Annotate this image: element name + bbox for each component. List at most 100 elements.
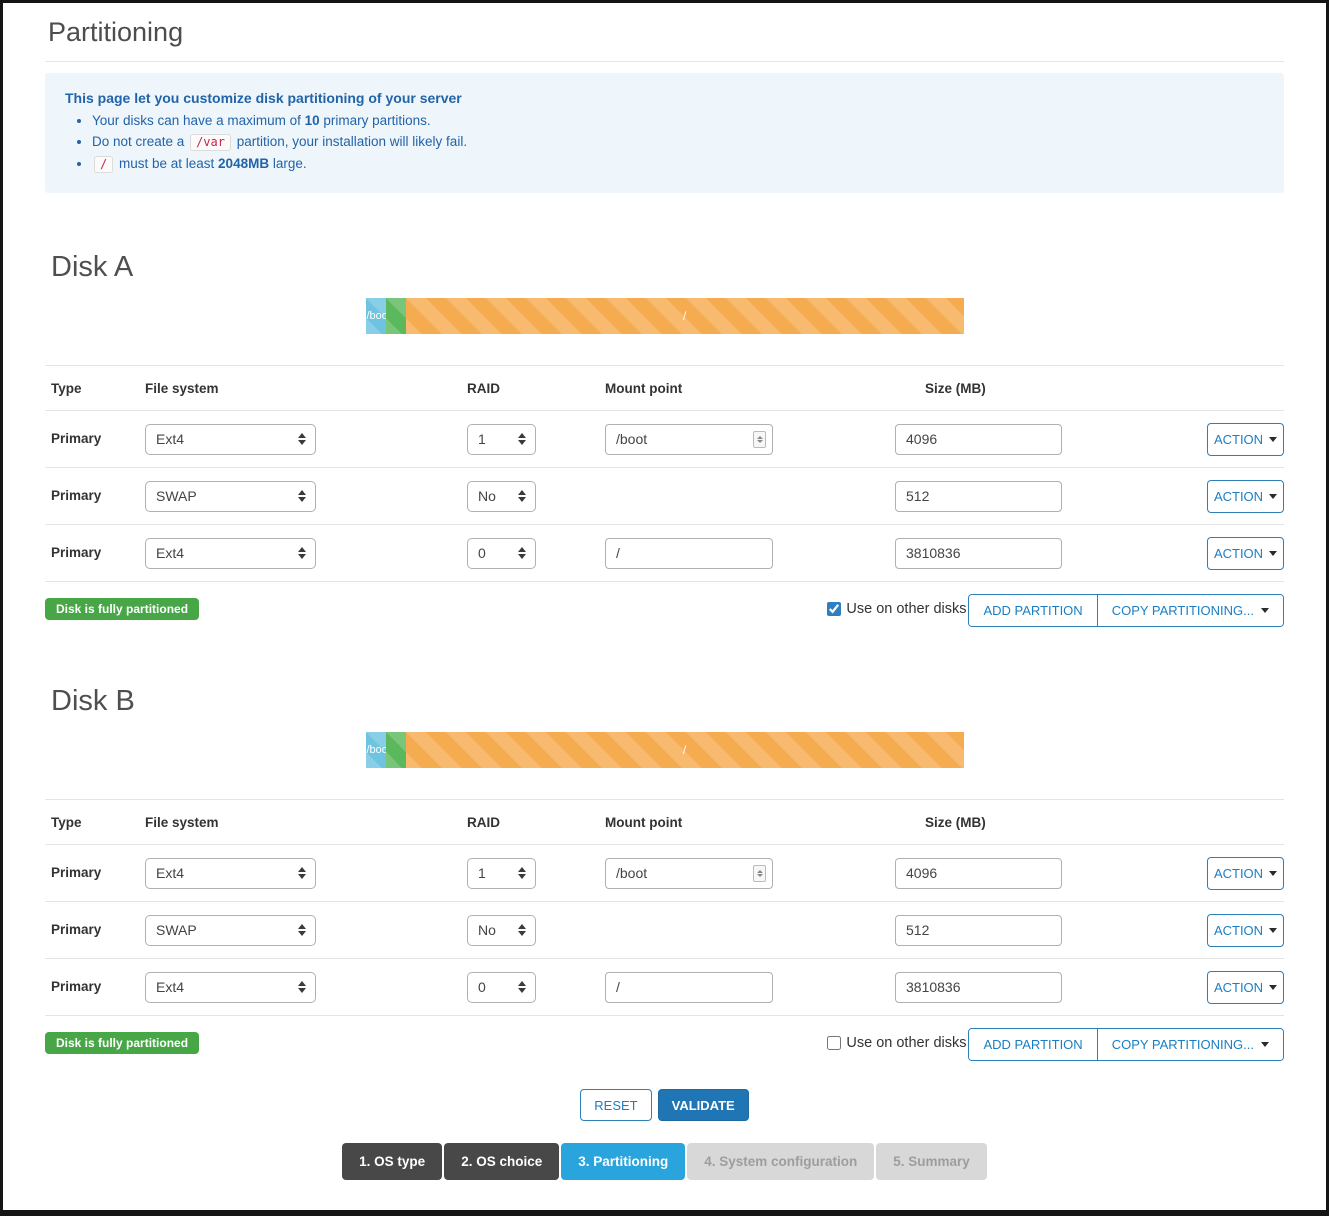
copy-partitioning-button[interactable]: COPY PARTITIONING...: [1097, 1029, 1283, 1060]
col-header-filesystem: File system: [145, 381, 467, 396]
partition-type-label: Primary: [51, 979, 101, 994]
mount-point-input[interactable]: [605, 538, 773, 569]
use-on-other-disks-label[interactable]: Use on other disks: [846, 601, 966, 617]
page-title: Partitioning: [45, 17, 1284, 48]
disk-a-footer: Disk is fully partitioned Use on other d…: [45, 594, 1284, 627]
caret-down-icon: [1269, 985, 1277, 990]
action-button[interactable]: ACTION: [1207, 537, 1284, 570]
select-arrows-icon: [298, 547, 306, 559]
info-bullet-list: Your disks can have a maximum of 10 prim…: [92, 113, 1264, 173]
select-arrows-icon: [298, 981, 306, 993]
action-button[interactable]: ACTION: [1207, 423, 1284, 456]
info-heading: This page let you customize disk partiti…: [65, 90, 1264, 106]
select-arrows-icon: [298, 867, 306, 879]
partition-row-root: Primary Ext4 0 ACTION: [45, 525, 1284, 582]
size-input[interactable]: [895, 538, 1062, 569]
info-bullet-var-warning: Do not create a /var partition, your ins…: [92, 134, 1264, 151]
partition-row-swap: Primary SWAP No ACTION: [45, 902, 1284, 959]
copy-partitioning-button[interactable]: COPY PARTITIONING...: [1097, 595, 1283, 626]
caret-down-icon: [1261, 608, 1269, 613]
partition-segment-boot: /boot: [366, 298, 386, 334]
mount-point-input[interactable]: [605, 858, 773, 889]
disk-b-partition-table: Type File system RAID Mount point Size (…: [45, 799, 1284, 1016]
fully-partitioned-badge: Disk is fully partitioned: [45, 1032, 199, 1054]
validate-button[interactable]: VALIDATE: [658, 1089, 749, 1121]
filesystem-select[interactable]: SWAP: [145, 481, 316, 512]
caret-down-icon: [1269, 551, 1277, 556]
step-os-type[interactable]: 1. OS type: [342, 1143, 442, 1180]
mount-point-stepper-icon[interactable]: [753, 865, 766, 882]
disk-a-title: Disk A: [45, 251, 1284, 284]
col-header-mount-point: Mount point: [605, 815, 895, 830]
mount-point-input[interactable]: [605, 424, 773, 455]
raid-select[interactable]: 0: [467, 538, 536, 569]
partition-segment-boot: /boot: [366, 732, 386, 768]
select-arrows-icon: [298, 924, 306, 936]
partition-segment-root: /: [406, 732, 964, 768]
step-system-configuration: 4. System configuration: [687, 1143, 874, 1180]
add-partition-button[interactable]: ADD PARTITION: [969, 595, 1096, 626]
raid-select[interactable]: 1: [467, 858, 536, 889]
root-code-chip: /: [94, 156, 113, 173]
partition-type-label: Primary: [51, 488, 101, 503]
raid-select[interactable]: No: [467, 481, 536, 512]
select-arrows-icon: [518, 433, 526, 445]
col-header-size: Size (MB): [895, 815, 1130, 830]
disk-a-partition-table: Type File system RAID Mount point Size (…: [45, 365, 1284, 582]
raid-select-value: No: [478, 922, 496, 938]
disk-b-footer: Disk is fully partitioned Use on other d…: [45, 1028, 1284, 1061]
filesystem-select[interactable]: SWAP: [145, 915, 316, 946]
partition-type-label: Primary: [51, 865, 101, 880]
size-input[interactable]: [895, 915, 1062, 946]
filesystem-select-value: SWAP: [156, 488, 197, 504]
select-arrows-icon: [518, 867, 526, 879]
raid-select[interactable]: 1: [467, 424, 536, 455]
action-button[interactable]: ACTION: [1207, 971, 1284, 1004]
caret-down-icon: [1261, 1042, 1269, 1047]
form-actions: RESET VALIDATE: [45, 1089, 1284, 1121]
select-arrows-icon: [298, 490, 306, 502]
filesystem-select-value: Ext4: [156, 545, 184, 561]
size-input[interactable]: [895, 858, 1062, 889]
partition-row-boot: Primary Ext4 1: [45, 845, 1284, 902]
raid-select[interactable]: No: [467, 915, 536, 946]
info-bullet-root-size: / must be at least 2048MB large.: [92, 156, 1264, 173]
step-partitioning[interactable]: 3. Partitioning: [561, 1143, 685, 1180]
filesystem-select[interactable]: Ext4: [145, 538, 316, 569]
action-button[interactable]: ACTION: [1207, 914, 1284, 947]
action-button[interactable]: ACTION: [1207, 857, 1284, 890]
step-os-choice[interactable]: 2. OS choice: [444, 1143, 559, 1180]
add-partition-button[interactable]: ADD PARTITION: [969, 1029, 1096, 1060]
select-arrows-icon: [518, 924, 526, 936]
size-input[interactable]: [895, 424, 1062, 455]
raid-select-value: 0: [478, 545, 486, 561]
caret-down-icon: [1269, 928, 1277, 933]
col-header-raid: RAID: [467, 381, 605, 396]
caret-down-icon: [1269, 437, 1277, 442]
use-on-other-disks-checkbox[interactable]: [827, 602, 841, 616]
fully-partitioned-badge: Disk is fully partitioned: [45, 598, 199, 620]
use-on-other-disks-checkbox[interactable]: [827, 1036, 841, 1050]
filesystem-select[interactable]: Ext4: [145, 972, 316, 1003]
table-header-row: Type File system RAID Mount point Size (…: [45, 366, 1284, 411]
reset-button[interactable]: RESET: [580, 1089, 651, 1121]
title-divider: [45, 61, 1284, 62]
mount-point-input[interactable]: [605, 972, 773, 1003]
filesystem-select[interactable]: Ext4: [145, 858, 316, 889]
use-on-other-disks-label[interactable]: Use on other disks: [846, 1035, 966, 1051]
col-header-size: Size (MB): [895, 381, 1130, 396]
col-header-raid: RAID: [467, 815, 605, 830]
info-panel: This page let you customize disk partiti…: [45, 73, 1284, 193]
col-header-type: Type: [45, 815, 145, 830]
partition-buttons-group: ADD PARTITION COPY PARTITIONING...: [968, 1028, 1284, 1061]
action-button[interactable]: ACTION: [1207, 480, 1284, 513]
select-arrows-icon: [518, 981, 526, 993]
raid-select[interactable]: 0: [467, 972, 536, 1003]
step-summary: 5. Summary: [876, 1143, 987, 1180]
size-input[interactable]: [895, 481, 1062, 512]
filesystem-select[interactable]: Ext4: [145, 424, 316, 455]
mount-point-stepper-icon[interactable]: [753, 431, 766, 448]
partition-type-label: Primary: [51, 922, 101, 937]
size-input[interactable]: [895, 972, 1062, 1003]
wizard-steps: 1. OS type 2. OS choice 3. Partitioning …: [45, 1143, 1284, 1180]
